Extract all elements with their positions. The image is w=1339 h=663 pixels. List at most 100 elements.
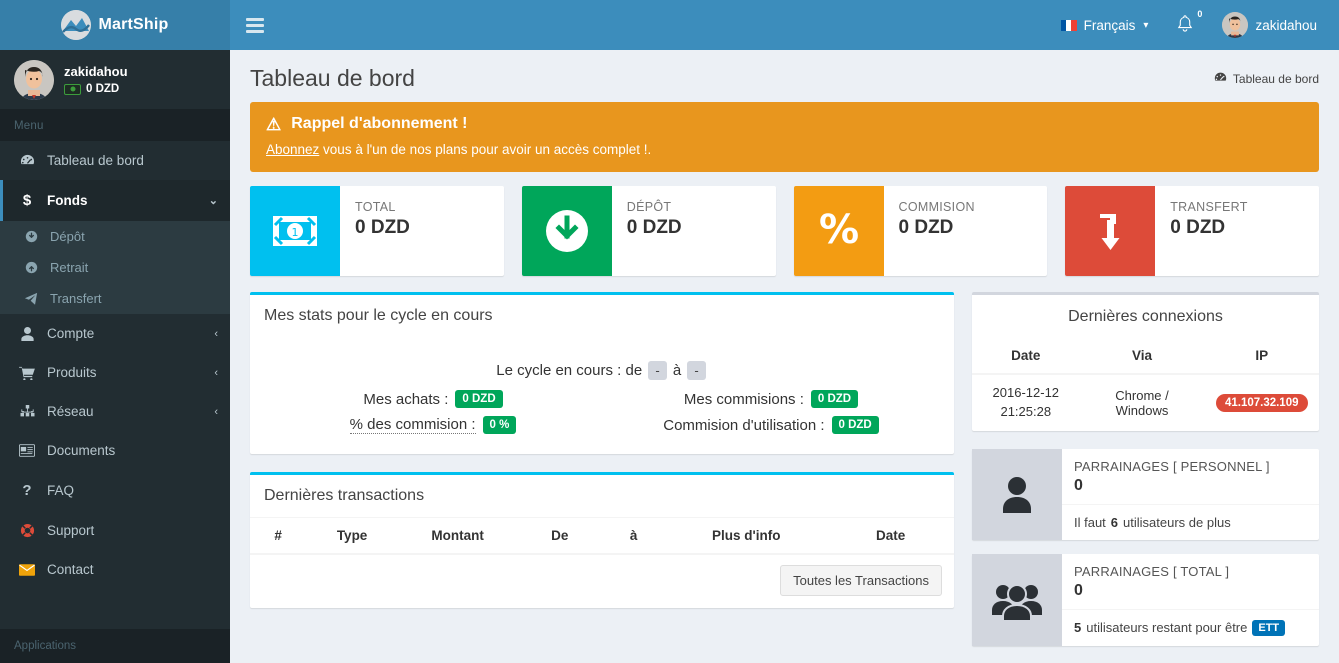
sidebar-link-fonds[interactable]: $ Fonds ⌄ [0, 180, 230, 221]
dashboard-icon [1214, 71, 1227, 87]
page-title: Tableau de bord [250, 65, 415, 91]
avatar [1222, 12, 1249, 38]
newspaper-icon [17, 444, 37, 457]
warning-triangle-icon: ⚠ [266, 114, 282, 134]
sidebar-item-label: Support [47, 523, 95, 538]
sidebar-item-faq[interactable]: ? FAQ [0, 470, 230, 511]
sidebar-item-support[interactable]: Support [0, 511, 230, 550]
svg-text:%: % [818, 208, 858, 253]
envelope-icon [17, 563, 37, 576]
svg-text:1: 1 [292, 226, 299, 239]
referral-content: PARRAINAGES [ PERSONNEL ] 0 Il faut 6 ut… [1062, 449, 1319, 540]
hamburger-icon[interactable] [230, 3, 280, 48]
referral-top: PARRAINAGES [ PERSONNEL ] 0 [1062, 449, 1319, 504]
chevron-down-icon: ⌄ [208, 195, 218, 207]
stat-box-transfert[interactable]: TRANSFERT 0 DZD [1065, 186, 1319, 276]
france-flag-icon [1060, 19, 1077, 31]
stat-boxes-row: 1 TOTAL 0 DZD DÉPÔT 0 DZD % COMMISION 0 … [250, 186, 1319, 276]
stat-box-commision[interactable]: % COMMISION 0 DZD [793, 186, 1048, 276]
transactions-table: # Type Montant De à Plus d'info Date [250, 518, 954, 555]
language-label: Français [1083, 17, 1136, 33]
stat-box-content: DÉPÔT 0 DZD [612, 186, 692, 276]
sidebar-link-documents[interactable]: Documents [0, 431, 230, 470]
column-header-de: De [517, 518, 602, 555]
referral-box-total: PARRAINAGES [ TOTAL ] 0 5 utilisateurs r… [972, 553, 1319, 646]
sidebar-item-documents[interactable]: Documents [0, 431, 230, 470]
sidebar-link-contact[interactable]: Contact [0, 550, 230, 589]
transfer-arrow-icon [1065, 186, 1156, 276]
sidebar-item-reseau[interactable]: Réseau ‹ [0, 392, 230, 431]
all-transactions-button[interactable]: Toutes les Transactions [780, 565, 942, 596]
referral-foot-suffix: utilisateurs restant pour être [1086, 620, 1248, 636]
stat-box-total[interactable]: 1 TOTAL 0 DZD [250, 186, 504, 276]
sidebar-item-produits[interactable]: Produits ‹ [0, 353, 230, 392]
column-header-plusinfo: Plus d'info [665, 518, 828, 555]
sidebar-subitem-transfert[interactable]: Transfert [0, 283, 230, 314]
subscribe-link[interactable]: Abonnez [266, 142, 319, 157]
arrow-down-circle-icon [521, 186, 612, 276]
current-cycle-line: Le cycle en cours : de - à - [264, 347, 940, 390]
breadcrumb[interactable]: Tableau de bord [1214, 71, 1319, 87]
cycle-middle: à [672, 362, 682, 379]
transactions-footer: Toutes les Transactions [250, 555, 954, 608]
stat-label[interactable]: % des commision : [349, 416, 476, 434]
stat-box-content: TOTAL 0 DZD [340, 186, 420, 276]
sidebar-link-faq[interactable]: ? FAQ [0, 470, 230, 511]
sidebar-item-label: Réseau [47, 404, 94, 419]
sidebar-link-support[interactable]: Support [0, 511, 230, 550]
chevron-down-icon: ▾ [1143, 19, 1149, 31]
connections-panel-header: Dernières connexions [972, 295, 1319, 338]
chevron-left-icon: ‹ [214, 405, 218, 418]
cycle-from-value: - [648, 361, 667, 380]
sidebar-sublink-retrait[interactable]: Retrait [0, 252, 230, 283]
sidebar-item-fonds[interactable]: $ Fonds ⌄ Dépôt Retrait Transfert [0, 180, 230, 314]
sidebar-sublink-depot[interactable]: Dépôt [0, 221, 230, 252]
sidebar-subitem-label: Retrait [50, 260, 89, 275]
avatar [14, 59, 54, 100]
referral-number: 0 [1074, 581, 1083, 599]
sidebar-subitem-retrait[interactable]: Retrait [0, 252, 230, 283]
group-users-icon [972, 553, 1062, 646]
sidebar-subitem-depot[interactable]: Dépôt [0, 221, 230, 252]
sidebar-item-label: FAQ [47, 483, 75, 498]
connection-ip-cell: 41.107.32.109 [1204, 374, 1319, 431]
sidebar-link-dashboard[interactable]: Tableau de bord [0, 141, 230, 180]
chevron-left-icon: ‹ [214, 366, 218, 379]
stat-value: 0 DZD [810, 390, 859, 408]
connections-table-body: 2016-12-12 21:25:28 Chrome / Windows 41.… [972, 374, 1319, 431]
sidebar-sublink-transfert[interactable]: Transfert [0, 283, 230, 314]
sidebar-link-reseau[interactable]: Réseau ‹ [0, 392, 230, 431]
brand-logo[interactable]: MartShip [0, 0, 230, 50]
sidebar-item-dashboard[interactable]: Tableau de bord [0, 141, 230, 180]
stats-col-left: Mes achats : 0 DZD % des commision : 0 % [264, 390, 602, 440]
status-badge: ETT [1252, 619, 1286, 636]
sidebar-user-panel[interactable]: zakidahou 0 DZD [0, 50, 230, 110]
sidebar-link-compte[interactable]: Compte ‹ [0, 314, 230, 353]
notifications-button[interactable]: 0 [1162, 0, 1208, 50]
money-bill-icon [64, 83, 81, 95]
referral-foot-prefix: Il faut [1074, 514, 1106, 530]
sidebar-username: zakidahou [64, 64, 128, 79]
arrow-up-circle-icon [22, 261, 40, 274]
referral-content: PARRAINAGES [ TOTAL ] 0 5 utilisateurs r… [1062, 554, 1319, 646]
stat-box-depot[interactable]: DÉPÔT 0 DZD [521, 186, 776, 276]
stat-value: 0 % [482, 416, 517, 434]
user-menu[interactable]: zakidahou [1208, 0, 1331, 50]
column-header-ip: IP [1204, 338, 1319, 375]
column-header-date: Date [827, 518, 954, 555]
column-header-type: Type [306, 518, 398, 555]
stats-grid: Mes achats : 0 DZD % des commision : 0 % [264, 390, 940, 440]
sidebar-link-produits[interactable]: Produits ‹ [0, 353, 230, 392]
content: ⚠ Rappel d'abonnement ! Abonnez vous à l… [230, 102, 1339, 663]
table-header-row: Date Via IP [972, 338, 1319, 375]
stat-row-pct-commision: % des commision : 0 % [349, 416, 517, 434]
arrow-down-circle-icon [22, 230, 40, 243]
connections-panel: Dernières connexions Date Via IP 2016-12… [972, 292, 1319, 431]
column-header-date: Date [972, 338, 1080, 375]
sidebar-item-contact[interactable]: Contact [0, 550, 230, 589]
chevron-left-icon: ‹ [214, 327, 218, 340]
brand-name: MartShip [98, 16, 169, 33]
alert-title: Rappel d'abonnement ! [291, 115, 468, 132]
language-selector[interactable]: Français ▾ [1047, 0, 1163, 50]
sidebar-item-compte[interactable]: Compte ‹ [0, 314, 230, 353]
